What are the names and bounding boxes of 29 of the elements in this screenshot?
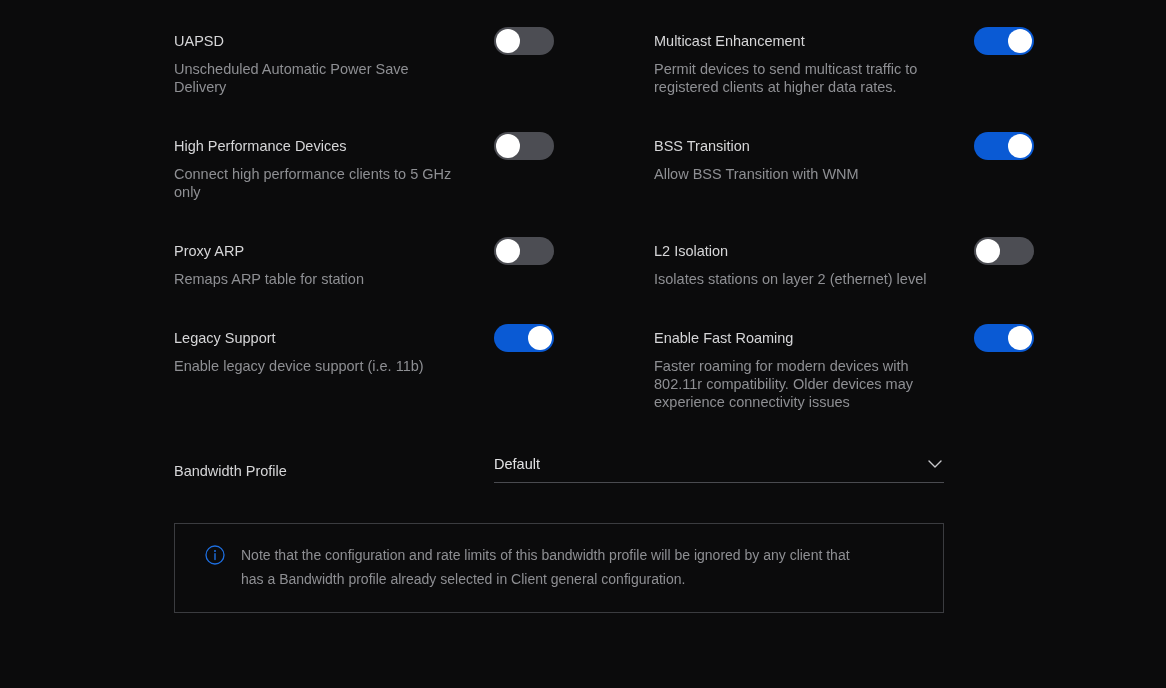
info-icon — [205, 545, 225, 565]
toggle-switch[interactable] — [494, 237, 554, 265]
setting-description: Allow BSS Transition with WNM — [654, 165, 860, 183]
toggle-switch[interactable] — [974, 27, 1034, 55]
bandwidth-profile-dropdown[interactable]: Default — [494, 445, 944, 483]
setting-description: Enable legacy device support (i.e. 11b) — [174, 357, 425, 375]
setting-title: L2 Isolation — [654, 243, 729, 259]
setting-title: Multicast Enhancement — [654, 33, 805, 49]
toggle-switch[interactable] — [974, 324, 1034, 352]
toggle-switch[interactable] — [494, 132, 554, 160]
toggle-switch[interactable] — [974, 237, 1034, 265]
setting-description: Permit devices to send multicast traffic to registered clients at higher data rates. — [654, 60, 919, 96]
setting-description: Faster roaming for modern devices with 802.11r compatibility. Older devices may experience connectivity issues — [654, 357, 914, 411]
setting-description: Connect high performance clients to 5 GHz only — [174, 165, 453, 201]
note-text: Note that the configuration and rate limits of this bandwidth profile will be ignored by any client that has a Bandwidth profile already selected in Client general configuration. — [241, 546, 851, 589]
setting-title: BSS Transition — [654, 138, 750, 154]
setting-description: Isolates stations on layer 2 (ethernet) level — [654, 270, 928, 288]
setting-title: Proxy ARP — [174, 243, 245, 259]
setting-title: High Performance Devices — [174, 138, 347, 154]
setting-title: UAPSD — [174, 33, 224, 49]
toggle-switch[interactable] — [494, 324, 554, 352]
setting-description: Unscheduled Automatic Power Save Delivery — [174, 60, 410, 96]
setting-description: Remaps ARP table for station — [174, 270, 365, 288]
field-label: Bandwidth Profile — [174, 462, 288, 479]
setting-title: Enable Fast Roaming — [654, 330, 794, 346]
setting-title: Legacy Support — [174, 330, 276, 346]
chevron-down-icon — [928, 459, 942, 468]
toggle-switch[interactable] — [974, 132, 1034, 160]
toggle-switch[interactable] — [494, 27, 554, 55]
